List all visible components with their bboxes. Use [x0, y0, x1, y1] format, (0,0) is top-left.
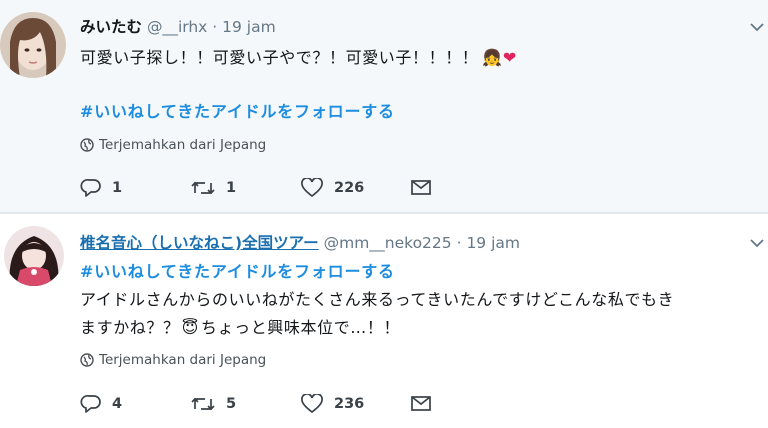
display-name[interactable]: 椎名音心（しいなねこ)全国ツアー: [80, 234, 319, 252]
dm-button[interactable]: [410, 394, 442, 412]
handle[interactable]: @__irhx: [147, 18, 207, 36]
heart-icon: [301, 394, 323, 414]
retweet-count: 1: [226, 180, 237, 196]
avatar[interactable]: [4, 226, 64, 286]
retweet-icon: [191, 397, 215, 411]
tweet-text-line: 可愛い子探し！！可愛い子やで？！可愛い子！！！！: [80, 48, 479, 67]
retweet-button[interactable]: 5: [190, 394, 236, 414]
avatar[interactable]: [0, 12, 66, 78]
retweet-button[interactable]: 1: [190, 178, 236, 198]
tweet-text-line: ますかね？？ 😇 ちょっと興味本位で…！！: [80, 314, 400, 338]
tweet-text-segment: ますかね？？: [80, 318, 180, 337]
hashtag-link[interactable]: #いいねしてきたアイドルをフォローする: [80, 258, 395, 282]
globe-icon: [80, 353, 94, 367]
display-name[interactable]: みいたむ: [80, 18, 142, 36]
retweet-count: 5: [226, 396, 237, 412]
translate-label: Terjemahkan dari Jepang: [99, 137, 267, 153]
translate-link[interactable]: Terjemahkan dari Jepang: [80, 137, 266, 153]
like-count: 236: [334, 396, 365, 412]
envelope-icon: [411, 180, 431, 195]
tweet-header: 椎名音心（しいなねこ)全国ツアー @mm__neko225 · 19 jam: [80, 231, 520, 253]
hashtag-link[interactable]: #いいねしてきたアイドルをフォローする: [80, 98, 395, 122]
retweet-icon: [191, 181, 215, 195]
tweet-actions: 1 1 226: [80, 178, 440, 202]
emoji: 👧❤: [482, 48, 517, 67]
envelope-icon: [411, 396, 431, 411]
handle[interactable]: @mm__neko225: [324, 234, 452, 252]
reply-count: 1: [112, 180, 123, 196]
reply-button[interactable]: 4: [80, 394, 122, 414]
translate-label: Terjemahkan dari Jepang: [99, 352, 267, 368]
chevron-down-icon[interactable]: [748, 20, 766, 34]
heart-icon: [301, 178, 323, 198]
tweet-text-segment: ちょっと興味本位で…！！: [200, 318, 401, 337]
tweet-actions: 4 5 236: [80, 394, 440, 418]
tweet-text: 可愛い子探し！！可愛い子やで？！可愛い子！！！！ 👧❤: [80, 44, 517, 68]
dm-button[interactable]: [410, 178, 442, 196]
reply-icon: [80, 178, 101, 197]
timestamp[interactable]: · 19 jam: [457, 234, 520, 252]
tweet-header: みいたむ @__irhx · 19 jam: [80, 15, 276, 37]
timestamp[interactable]: · 19 jam: [212, 18, 275, 36]
like-button[interactable]: 226: [300, 178, 364, 198]
translate-link[interactable]: Terjemahkan dari Jepang: [80, 352, 266, 368]
like-button[interactable]: 236: [300, 394, 364, 414]
globe-icon: [80, 138, 94, 152]
reply-button[interactable]: 1: [80, 178, 122, 198]
reply-count: 4: [112, 396, 123, 412]
emoji: 😇: [181, 318, 199, 337]
chevron-down-icon[interactable]: [748, 236, 766, 250]
reply-icon: [80, 394, 101, 413]
tweet-text-line: アイドルさんからのいいねがたくさん来るってきいたんですけどこんな私でもき: [80, 290, 675, 309]
like-count: 226: [334, 180, 365, 196]
